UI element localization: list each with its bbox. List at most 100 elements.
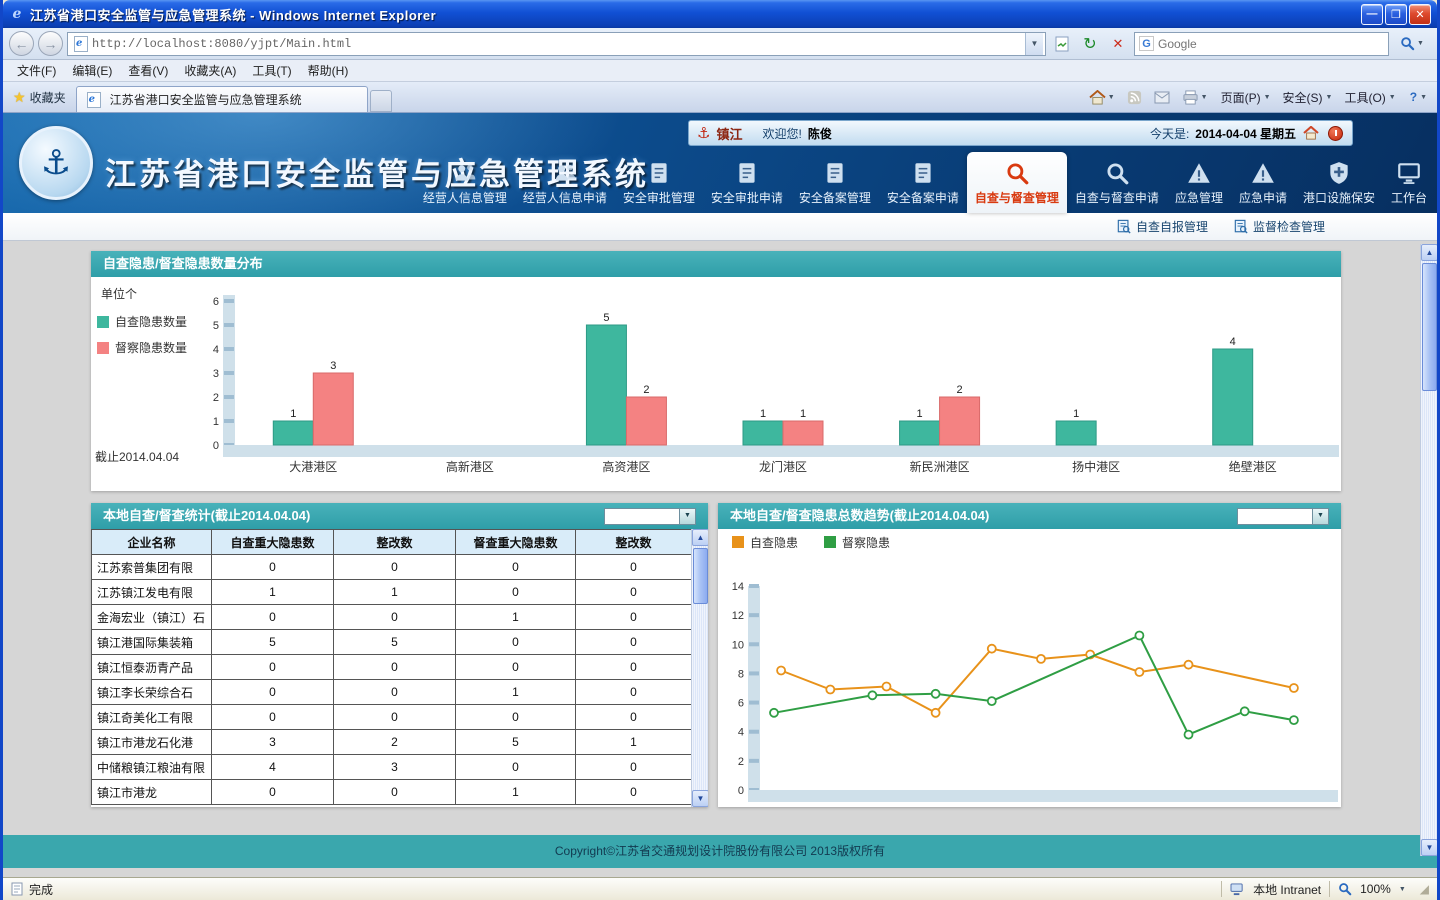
favorites-button[interactable]: ★ 收藏夹 [7,89,76,112]
page-scroll-up-icon[interactable]: ▲ [1421,244,1437,261]
table-cell: 中储粮镇江粮油有限 [92,755,212,780]
menu-item-5[interactable]: 工具(T) [244,60,299,81]
nav-item-10[interactable]: 应急申请 [1231,156,1295,213]
table-cell: 镇江港国际集装箱 [92,630,212,655]
table-scroll-down-icon[interactable]: ▼ [692,790,708,807]
table-row[interactable]: 镇江市港龙0010 [92,780,692,805]
svg-text:1: 1 [1073,408,1079,420]
search-go-button[interactable]: ▼ [1393,31,1431,57]
trend-filter-dropdown-icon[interactable]: ▼ [1312,509,1328,524]
table-header-cell: 督查重大隐患数 [456,530,576,555]
table-row[interactable]: 金海宏业（镇江）石0010 [92,605,692,630]
svg-text:1: 1 [213,416,219,428]
forward-button[interactable]: → [38,31,63,56]
nav-item-6[interactable]: 安全备案申请 [879,156,967,213]
nav-item-label: 应急管理 [1175,189,1223,206]
close-button[interactable]: ✕ [1409,4,1431,25]
nav-item-label: 安全备案申请 [887,189,959,206]
nav-item-1[interactable]: 经营人信息管理 [415,156,515,213]
table-row[interactable]: 江苏索普集团有限0000 [92,555,692,580]
url-input[interactable] [92,37,1025,51]
svg-text:1: 1 [760,408,766,420]
google-icon: G [1139,36,1154,51]
table-row[interactable]: 镇江李长荣综合石0010 [92,680,692,705]
help-button[interactable]: ? ▼ [1404,86,1433,108]
table-scroll-thumb[interactable] [693,548,708,604]
search-input[interactable] [1158,37,1384,51]
zoom-level[interactable]: 100% [1360,882,1391,896]
logout-button[interactable] [1326,124,1344,142]
mail-icon [1154,91,1170,104]
resize-grip[interactable]: ◢ [1420,882,1429,896]
table-cell: 0 [212,555,334,580]
table-row[interactable]: 中储粮镇江粮油有限4300 [92,755,692,780]
city-name: 镇江 [716,124,742,143]
table-filter-select[interactable]: ▼ [604,508,696,525]
table-cell: 0 [576,655,692,680]
status-text: 完成 [29,881,53,898]
table-row[interactable]: 江苏镇江发电有限1100 [92,580,692,605]
menu-item-6[interactable]: 帮助(H) [300,60,357,81]
maximize-button[interactable]: ❐ [1385,4,1407,25]
menu-item-4[interactable]: 收藏夹(A) [176,60,244,81]
search-dropdown-icon[interactable]: ▼ [1417,40,1424,47]
print-button[interactable]: ▼ [1177,86,1213,108]
address-dropdown-icon[interactable]: ▼ [1025,33,1043,55]
nav-item-label: 安全备案管理 [799,189,871,206]
page-scrollbar[interactable]: ▲ ▼ [1420,244,1437,856]
table-cell: 0 [456,755,576,780]
nav-item-12[interactable]: 工作台 [1383,156,1435,213]
intranet-icon [1230,883,1245,896]
read-mail-button[interactable] [1149,86,1175,108]
feeds-button[interactable] [1122,86,1147,108]
new-tab-button[interactable] [370,90,392,112]
toolbar-text-button-3[interactable]: 工具(O)▼ [1338,86,1401,108]
svg-text:2: 2 [213,392,219,404]
nav-item-7[interactable]: 自查与督查管理 [967,152,1067,213]
nav-item-4[interactable]: 安全审批申请 [703,156,791,213]
nav-item-3[interactable]: 安全审批管理 [615,156,703,213]
subnav-item-1[interactable]: 自查自报管理 [1117,218,1208,235]
table-filter-dropdown-icon[interactable]: ▼ [679,509,695,524]
shield-icon [1326,160,1352,186]
table-row[interactable]: 镇江港国际集装箱5500 [92,630,692,655]
svg-text:2: 2 [957,384,963,396]
home-button[interactable]: ▼ [1084,86,1120,108]
home-shortcut-button[interactable] [1302,124,1320,142]
help-icon: ? [1410,90,1417,104]
menu-item-3[interactable]: 查看(V) [120,60,176,81]
page-scroll-down-icon[interactable]: ▼ [1421,839,1437,856]
zoom-dropdown-icon[interactable]: ▼ [1399,886,1406,893]
toolbar-text-button-1[interactable]: 页面(P)▼ [1215,86,1277,108]
table-cell: 镇江市港龙 [92,780,212,805]
refresh-button[interactable]: ↻ [1078,32,1102,56]
table-scrollbar[interactable]: ▲ ▼ [691,529,708,807]
menu-item-1[interactable]: 文件(F) [9,60,64,81]
trend-filter-select[interactable]: ▼ [1237,508,1329,525]
nav-item-11[interactable]: 港口设施保安 [1295,156,1383,213]
nav-item-5[interactable]: 安全备案管理 [791,156,879,213]
search-box[interactable]: G [1134,32,1389,56]
minimize-button[interactable]: — [1361,4,1383,25]
svg-text:扬中港区: 扬中港区 [1072,459,1120,474]
back-button[interactable]: ← [9,31,34,56]
users-icon [552,160,578,186]
table-row[interactable]: 镇江恒泰沥青产品0000 [92,655,692,680]
nav-item-2[interactable]: 经营人信息申请 [515,156,615,213]
table-row[interactable]: 镇江市港龙石化港3251 [92,730,692,755]
address-field[interactable]: e ▼ [67,32,1046,56]
active-tab[interactable]: e 江苏省港口安全监管与应急管理系统 [76,86,368,112]
nav-item-9[interactable]: 应急管理 [1167,156,1231,213]
compatibility-view-button[interactable] [1050,32,1074,56]
bar-chart-panel: 自查隐患/督查隐患数量分布 单位个 自查隐患数量 督察隐患数量 截止2014.0… [91,251,1341,491]
table-row[interactable]: 镇江奇美化工有限0000 [92,705,692,730]
stop-button[interactable]: ✕ [1106,32,1130,56]
page-scroll-thumb[interactable] [1422,263,1437,391]
menu-item-2[interactable]: 编辑(E) [64,60,120,81]
table-scroll-up-icon[interactable]: ▲ [692,529,708,546]
table-cell: 0 [212,605,334,630]
nav-item-8[interactable]: 自查与督查申请 [1067,156,1167,213]
subnav-item-2[interactable]: 监督检查管理 [1234,218,1325,235]
toolbar-text-button-2[interactable]: 安全(S)▼ [1277,86,1339,108]
svg-text:8: 8 [738,668,744,680]
